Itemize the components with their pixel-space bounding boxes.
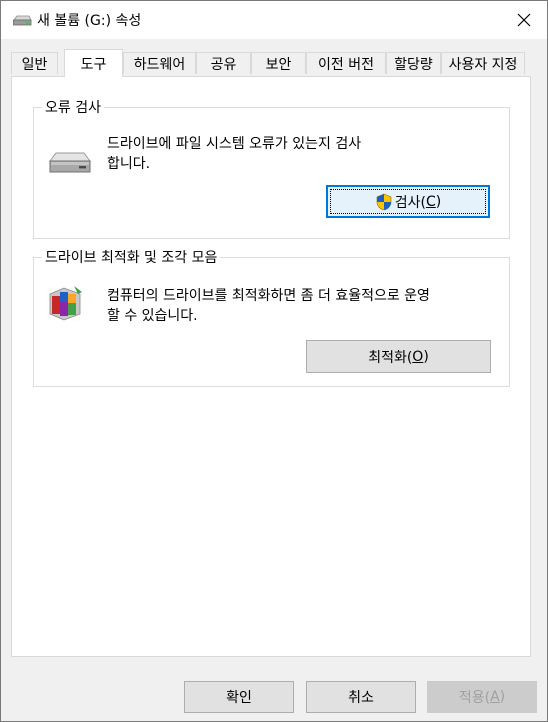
tab-general[interactable]: 일반 <box>11 52 58 74</box>
check-button-close: ) <box>435 193 442 210</box>
tab-customize[interactable]: 사용자 지정 <box>441 52 525 74</box>
apply-button-close: ) <box>499 689 506 705</box>
cancel-button-label: 취소 <box>348 690 374 706</box>
optimize-button-accelerator: O <box>412 348 424 365</box>
check-button-accelerator: C <box>425 193 436 210</box>
error-check-title: 오류 검사 <box>42 97 104 117</box>
check-button-label: 검사( <box>394 194 426 211</box>
uac-shield-icon <box>376 193 392 210</box>
tab-hardware[interactable]: 하드웨어 <box>123 52 196 74</box>
title-bar[interactable]: 새 볼륨 (G:) 속성 <box>1 1 547 39</box>
properties-dialog: 새 볼륨 (G:) 속성 일반 도구 하드웨어 공유 보안 이전 버전 할당량 … <box>0 0 548 722</box>
tab-previous-versions[interactable]: 이전 버전 <box>306 52 386 74</box>
optimize-title: 드라이브 최적화 및 조각 모음 <box>42 247 221 267</box>
window-title: 새 볼륨 (G:) 속성 <box>37 13 142 29</box>
ok-button-label: 확인 <box>226 690 252 706</box>
close-icon <box>517 13 531 27</box>
error-check-description: 드라이브에 파일 시스템 오류가 있는지 검사 <box>107 136 362 152</box>
tab-quota[interactable]: 할당량 <box>386 52 441 74</box>
close-button[interactable] <box>501 1 547 39</box>
optimize-button-close: ) <box>423 348 429 365</box>
apply-button-label: 적용( <box>458 690 491 706</box>
optimize-description: 컴퓨터의 드라이브를 최적화하면 좀 더 효율적으로 운영 <box>107 288 430 304</box>
cancel-button[interactable]: 취소 <box>306 681 416 713</box>
error-check-description-2: 합니다. <box>107 156 151 172</box>
optimize-description-2: 할 수 있습니다. <box>107 308 198 324</box>
tab-tools[interactable]: 도구 <box>64 49 123 77</box>
ok-button[interactable]: 확인 <box>184 681 294 713</box>
apply-button[interactable]: 적용(A) <box>427 681 537 713</box>
drive-icon <box>49 152 91 173</box>
error-check-group: 오류 검사 드라이브에 파일 시스템 오류가 있는지 검사 합니다. 검사(C) <box>33 97 510 239</box>
optimize-button-label: 최적화( <box>368 349 413 366</box>
defrag-icon <box>49 286 82 321</box>
tab-security[interactable]: 보안 <box>251 52 306 74</box>
apply-button-accelerator: A <box>490 689 500 705</box>
tab-strip: 일반 도구 하드웨어 공유 보안 이전 버전 할당량 사용자 지정 <box>11 49 531 77</box>
tools-panel: 오류 검사 드라이브에 파일 시스템 오류가 있는지 검사 합니다. 검사(C) <box>11 76 531 657</box>
check-button[interactable]: 검사(C) <box>326 185 490 218</box>
optimize-button[interactable]: 최적화(O) <box>306 340 491 373</box>
tab-sharing[interactable]: 공유 <box>196 52 251 74</box>
drive-icon <box>13 15 32 26</box>
optimize-group: 드라이브 최적화 및 조각 모음 컴퓨터의 드라이브를 최적화하면 좀 더 효율… <box>33 247 510 387</box>
